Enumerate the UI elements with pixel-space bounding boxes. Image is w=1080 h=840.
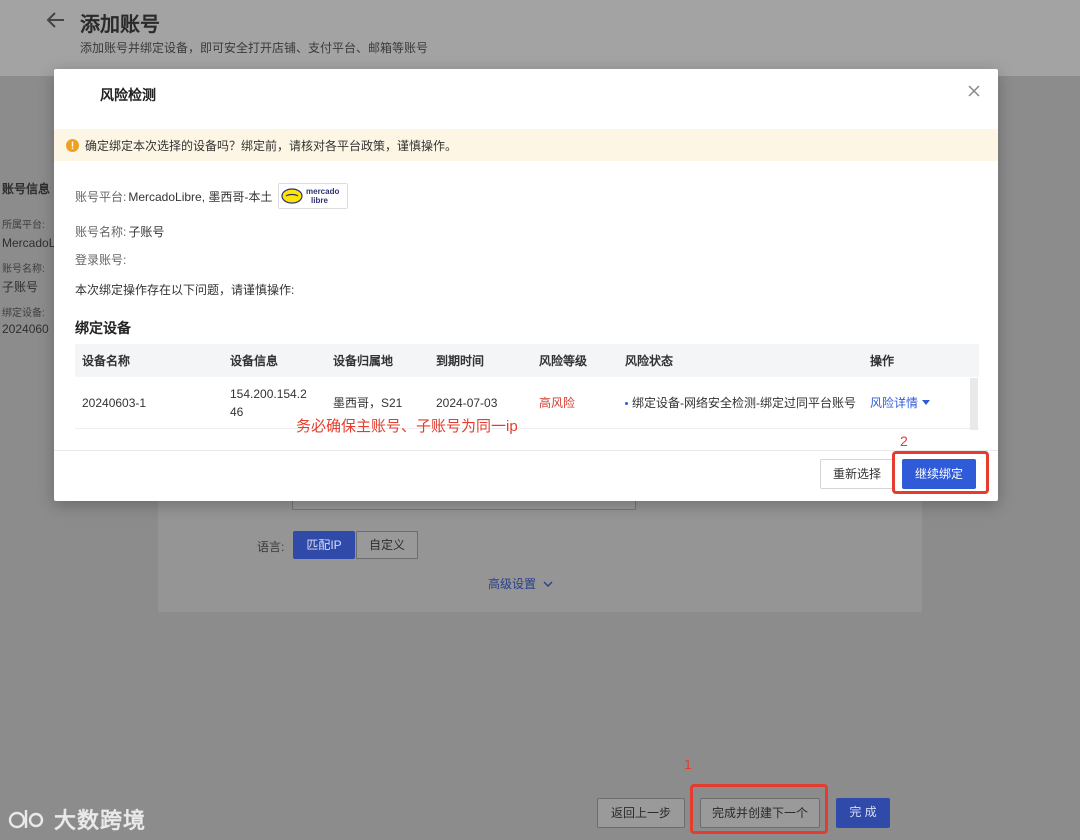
finish-button[interactable]: 完 成 [836, 798, 890, 828]
platform-label: 账号平台: [75, 189, 127, 204]
language-label: 语言: [257, 540, 285, 554]
table-row: 20240603-1 154.200.154.2 46 墨西哥，S21 2024… [75, 377, 979, 429]
warning-text: 确定绑定本次选择的设备吗？绑定前，请核对各平台政策，谨慎操作。 [85, 138, 458, 153]
account-name-value: 子账号 [2, 280, 39, 294]
watermark-text: 大数跨境 [54, 808, 147, 833]
account-info-panel: 账号信息 所属平台: MercadoL 账号名称: 子账号 绑定设备: 2024… [0, 170, 56, 350]
header-risk-status: 风险状态 [625, 354, 674, 368]
platform-value: MercadoL [2, 236, 56, 250]
risk-status-cell: 绑定设备-网络安全检测-绑定过同平台账号 [625, 394, 870, 411]
platform-label: 所属平台: [2, 220, 45, 231]
close-icon[interactable] [966, 83, 982, 99]
account-name-row: 账号名称: 子账号 [75, 223, 164, 240]
risk-detail-dropdown[interactable]: 风险详情 [870, 394, 979, 411]
device-ip-line1: 154.200.154.2 [230, 386, 307, 401]
account-name-value: 子账号 [128, 225, 165, 239]
advanced-settings-label: 高级设置 [488, 577, 537, 591]
warning-icon [66, 138, 79, 152]
prev-step-button[interactable]: 返回上一步 [597, 798, 685, 828]
page-subtitle: 添加账号并绑定设备，即可安全打开店铺、支付平台、邮箱等账号 [80, 41, 429, 55]
watermark-logo-icon [8, 810, 44, 829]
risk-level-cell: 高风险 [539, 396, 576, 410]
mercadolibre-logo-icon: mercado libre [281, 187, 340, 205]
warning-bar: 确定绑定本次选择的设备吗？绑定前，请核对各平台政策，谨慎操作。 [54, 129, 998, 161]
header-device-name: 设备名称 [82, 354, 131, 368]
step-1-label: 1 [684, 756, 692, 772]
logo-text-mercado: mercado [306, 187, 339, 196]
notice-text: 本次绑定操作存在以下问题，请谨慎操作: [75, 283, 295, 297]
header-device-info: 设备信息 [230, 353, 279, 368]
device-name-cell: 20240603-1 [82, 395, 147, 410]
platform-row: 账号平台: MercadoLibre, 墨西哥-本土 mercado libre [75, 183, 349, 209]
table-header: 设备名称 设备信息 设备归属地 到期时间 风险等级 风险状态 操作 [75, 344, 979, 377]
watermark: 大数跨境 [8, 803, 146, 835]
reselect-button[interactable]: 重新选择 [820, 459, 894, 489]
account-name-label: 账号名称: [2, 264, 45, 275]
mercadolibre-logo: mercado libre [278, 183, 349, 209]
page-title: 添加账号 [80, 14, 160, 36]
header-expiry: 到期时间 [436, 354, 485, 368]
highlight-frame-step1 [690, 784, 828, 834]
logo-text-libre: libre [311, 196, 328, 205]
header-risk-level: 风险等级 [539, 354, 588, 368]
account-name-label: 账号名称: [75, 225, 127, 239]
chevron-down-icon [543, 581, 553, 587]
caret-down-icon [922, 399, 931, 405]
header-action: 操作 [870, 354, 895, 368]
back-arrow-icon[interactable] [44, 8, 68, 32]
page-header: 添加账号 添加账号并绑定设备，即可安全打开店铺、支付平台、邮箱等账号 [0, 0, 1080, 76]
account-info-title: 账号信息 [2, 182, 51, 196]
annotation-note: 务必确保主账号、子账号为同一ip [296, 418, 518, 435]
device-value: 2024060 [2, 322, 49, 336]
risk-detail-label: 风险详情 [870, 396, 919, 410]
login-account-row: 登录账号: [75, 251, 126, 268]
expiry-cell: 2024-07-03 [436, 395, 498, 410]
device-label: 绑定设备: [2, 308, 45, 319]
custom-button[interactable]: 自定义 [356, 531, 418, 559]
action-cell: 风险详情 [870, 394, 979, 411]
table-scrollbar[interactable] [970, 378, 978, 430]
platform-value: MercadoLibre, 墨西哥-本土 [128, 189, 273, 204]
device-table: 设备名称 设备信息 设备归属地 到期时间 风险等级 风险状态 操作 202406… [75, 344, 979, 429]
match-ip-button[interactable]: 匹配IP [293, 531, 355, 559]
header-device-location: 设备归属地 [333, 354, 394, 368]
modal-title: 风险检测 [100, 87, 156, 103]
step-2-label: 2 [900, 433, 908, 449]
highlight-frame-step2 [892, 451, 989, 494]
modal-divider [54, 450, 998, 451]
risk-status-text: 绑定设备-网络安全检测-绑定过同平台账号 [632, 396, 856, 410]
bind-device-title: 绑定设备 [75, 320, 131, 336]
device-location-cell: 墨西哥，S21 [333, 396, 403, 410]
bullet-icon [625, 402, 628, 406]
login-account-label: 登录账号: [75, 253, 127, 267]
advanced-settings-link[interactable]: 高级设置 [488, 575, 553, 592]
risk-check-modal: 风险检测 确定绑定本次选择的设备吗？绑定前，请核对各平台政策，谨慎操作。 账号平… [54, 69, 998, 501]
